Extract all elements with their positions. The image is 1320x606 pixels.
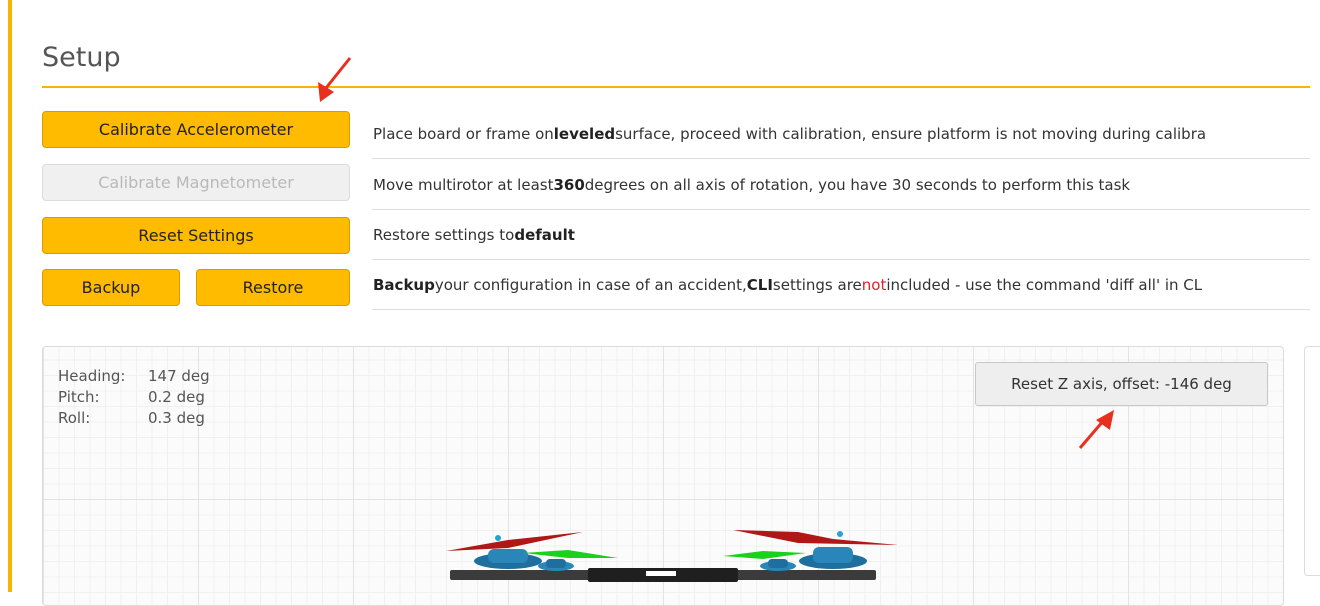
- annotation-arrow-icon: [1078, 410, 1114, 449]
- calibrate-magnetometer-button[interactable]: Calibrate Magnetometer: [42, 164, 350, 201]
- desc-text: your configuration in case of an acciden…: [434, 275, 747, 294]
- desc-text: Restore settings to: [373, 225, 515, 244]
- magnetometer-description: Move multirotor at least 360 degrees on …: [372, 160, 1310, 210]
- reset-z-axis-button[interactable]: Reset Z axis, offset: -146 deg: [975, 362, 1268, 406]
- side-panel-edge: [1304, 346, 1320, 576]
- annotation-arrow-icon: [318, 57, 352, 102]
- desc-text: Move multirotor at least: [373, 175, 554, 194]
- roll-row: Roll: 0.3 deg: [58, 408, 210, 429]
- pitch-value: 0.2 deg: [148, 388, 205, 406]
- pitch-label: Pitch:: [58, 388, 100, 406]
- desc-bold: CLI: [746, 275, 773, 294]
- desc-text: degrees on all axis of rotation, you hav…: [584, 175, 1131, 194]
- calibrate-accelerometer-button[interactable]: Calibrate Accelerometer: [42, 111, 350, 148]
- desc-text: settings are: [772, 275, 862, 294]
- attitude-readout: Heading: 147 deg Pitch: 0.2 deg Roll: 0.…: [58, 366, 210, 429]
- desc-text: Place board or frame on: [373, 124, 554, 143]
- desc-bold: default: [514, 225, 575, 244]
- desc-red-text: not: [861, 275, 887, 294]
- heading-value: 147 deg: [148, 367, 210, 385]
- backup-description: Backup your configuration in case of an …: [372, 260, 1310, 310]
- desc-text: included - use the command 'diff all' in…: [886, 275, 1203, 294]
- roll-label: Roll:: [58, 409, 91, 427]
- restore-button[interactable]: Restore: [196, 269, 350, 306]
- desc-bold: Backup: [373, 275, 435, 294]
- backup-button[interactable]: Backup: [42, 269, 180, 306]
- page-title: Setup: [42, 42, 121, 73]
- left-accent-bar: [8, 0, 12, 592]
- quadcopter-model-icon: [446, 530, 898, 582]
- pitch-row: Pitch: 0.2 deg: [58, 387, 210, 408]
- heading-label: Heading:: [58, 367, 126, 385]
- desc-bold: 360: [553, 175, 585, 194]
- desc-text: surface, proceed with calibration, ensur…: [615, 124, 1207, 143]
- desc-bold: leveled: [553, 124, 616, 143]
- heading-row: Heading: 147 deg: [58, 366, 210, 387]
- reset-settings-button[interactable]: Reset Settings: [42, 217, 350, 254]
- roll-value: 0.3 deg: [148, 409, 205, 427]
- title-divider: [42, 86, 1310, 88]
- reset-description: Restore settings to default: [372, 210, 1310, 260]
- accelerometer-description: Place board or frame on leveled surface,…: [372, 109, 1310, 159]
